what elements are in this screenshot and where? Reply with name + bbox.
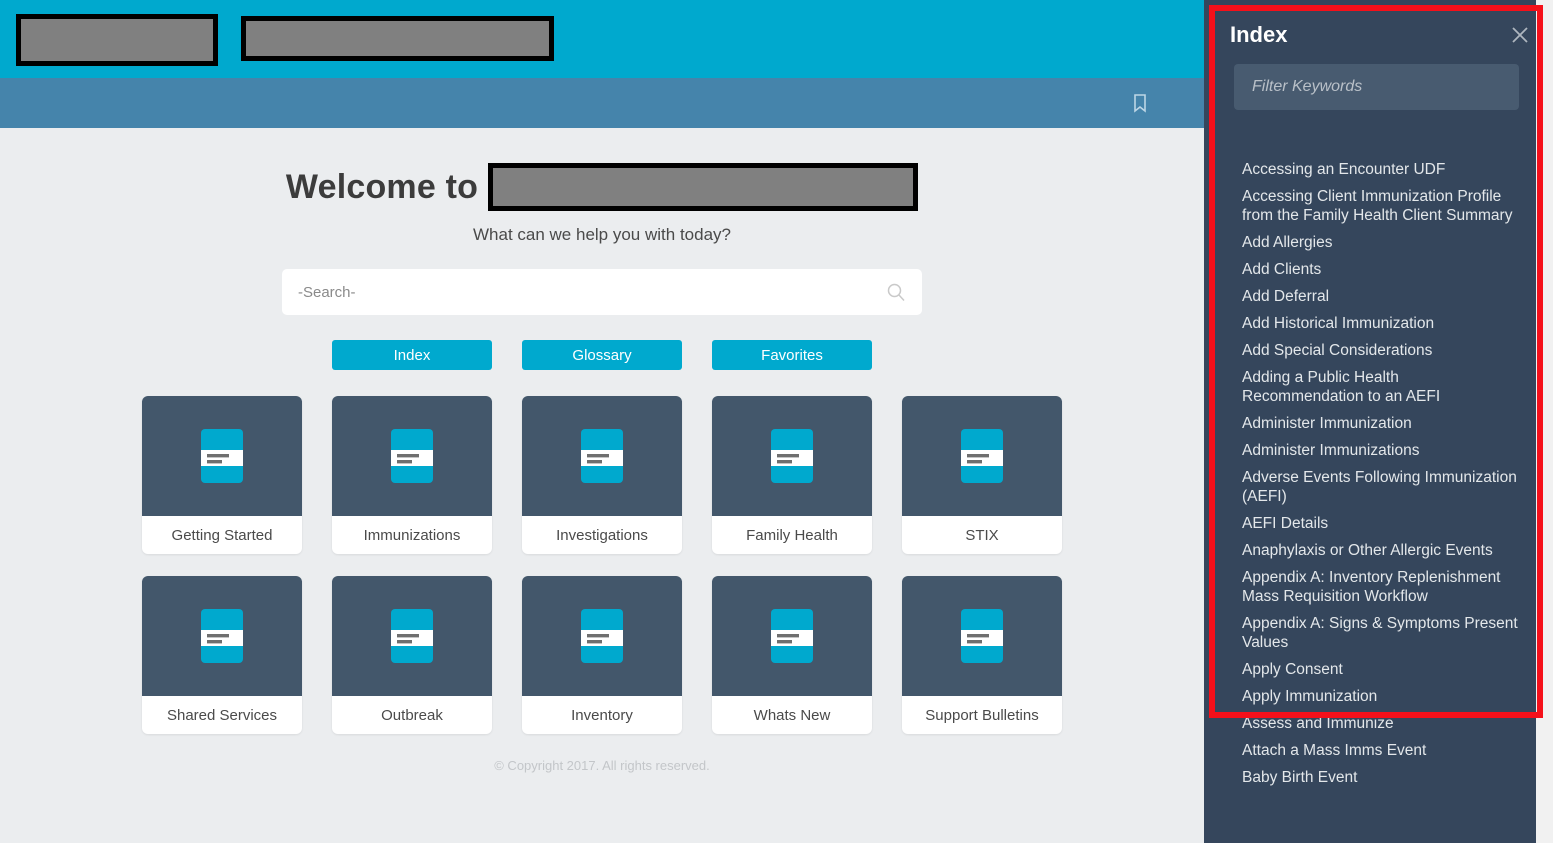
index-panel-header: Index xyxy=(1204,0,1553,48)
welcome-prefix-text: Welcome to xyxy=(285,167,479,206)
index-list-item[interactable]: Add Allergies xyxy=(1242,233,1523,252)
tile-icon-area xyxy=(332,396,492,516)
tile-icon-area xyxy=(522,396,682,516)
tile-icon-area xyxy=(712,396,872,516)
page-content: Welcome to What can we help you with tod… xyxy=(0,128,1204,843)
index-list-item[interactable]: Appendix A: Inventory Replenishment Mass… xyxy=(1242,568,1523,606)
index-list-item[interactable]: Anaphylaxis or Other Allergic Events xyxy=(1242,541,1523,560)
filter-keywords-input[interactable] xyxy=(1234,64,1519,110)
document-icon xyxy=(771,429,813,483)
index-list-item[interactable]: Administer Immunizations xyxy=(1242,441,1523,460)
index-panel-title: Index xyxy=(1230,22,1288,47)
document-icon xyxy=(391,609,433,663)
bookmark-icon[interactable] xyxy=(1132,93,1148,113)
index-list-item[interactable]: Baby Birth Event xyxy=(1242,768,1523,787)
search-bar[interactable] xyxy=(282,269,922,315)
tile-icon-area xyxy=(142,396,302,516)
tile-icon-area xyxy=(332,576,492,696)
tile-label: Investigations xyxy=(556,526,648,544)
copyright-text: © Copyright 2017. All rights reserved. xyxy=(494,758,710,773)
tile-inventory[interactable]: Inventory xyxy=(522,576,682,734)
document-icon xyxy=(201,609,243,663)
tile-getting-started[interactable]: Getting Started xyxy=(142,396,302,554)
tile-icon-area xyxy=(902,396,1062,516)
tile-outbreak[interactable]: Outbreak xyxy=(332,576,492,734)
index-list-item[interactable]: Accessing an Encounter UDF xyxy=(1242,160,1523,179)
tile-row: Shared Services Outbreak Inventory Whats… xyxy=(142,576,1062,734)
redacted-logo-block xyxy=(16,14,218,66)
tile-label: Inventory xyxy=(571,706,633,724)
document-icon xyxy=(961,429,1003,483)
index-list-item[interactable]: Adding a Public Health Recommendation to… xyxy=(1242,368,1523,406)
tile-label: Family Health xyxy=(746,526,838,544)
favorites-button[interactable]: Favorites xyxy=(712,340,872,370)
index-list-item[interactable]: Add Special Considerations xyxy=(1242,341,1523,360)
document-icon xyxy=(771,609,813,663)
index-panel: Index Accessing an Encounter UDFAccessin… xyxy=(1204,0,1553,843)
index-list-item[interactable]: Attach a Mass Imms Event xyxy=(1242,741,1523,760)
search-icon[interactable] xyxy=(886,282,906,302)
filter-keywords-wrap xyxy=(1204,48,1553,110)
tile-label: Outbreak xyxy=(381,706,443,724)
tile-grid: Getting Started Immunizations Investigat… xyxy=(0,396,1204,734)
tile-shared-services[interactable]: Shared Services xyxy=(142,576,302,734)
index-list-item[interactable]: Apply Immunization xyxy=(1242,687,1523,706)
index-list-item[interactable]: Administer Immunization xyxy=(1242,414,1523,433)
index-list-item[interactable]: Add Historical Immunization xyxy=(1242,314,1523,333)
document-icon xyxy=(961,609,1003,663)
redacted-brand-block xyxy=(241,16,554,61)
document-icon xyxy=(581,429,623,483)
index-list-item[interactable]: Appendix A: Signs & Symptoms Present Val… xyxy=(1242,614,1523,652)
welcome-subtitle: What can we help you with today? xyxy=(473,225,731,244)
tile-label: STIX xyxy=(965,526,999,544)
document-icon xyxy=(201,429,243,483)
index-item-list[interactable]: Accessing an Encounter UDF Accessing Clie… xyxy=(1204,150,1553,843)
tile-icon-area xyxy=(902,576,1062,696)
index-list-item[interactable]: Add Clients xyxy=(1242,260,1523,279)
glossary-button[interactable]: Glossary xyxy=(522,340,682,370)
tile-support-bulletins[interactable]: Support Bulletins xyxy=(902,576,1062,734)
search-input[interactable] xyxy=(298,283,886,301)
tile-label: Support Bulletins xyxy=(925,706,1039,724)
document-icon xyxy=(581,609,623,663)
page-root: Welcome to What can we help you with tod… xyxy=(0,0,1553,843)
tile-family-health[interactable]: Family Health xyxy=(712,396,872,554)
tile-label: Whats New xyxy=(753,706,831,724)
secondary-nav-bar xyxy=(0,78,1204,128)
redacted-app-name-block xyxy=(488,163,919,211)
close-icon[interactable] xyxy=(1509,24,1531,46)
tile-whats-new[interactable]: Whats New xyxy=(712,576,872,734)
tile-stix[interactable]: STIX xyxy=(902,396,1062,554)
index-list-item[interactable]: Assess and Immunize xyxy=(1242,714,1523,733)
tile-row: Getting Started Immunizations Investigat… xyxy=(142,396,1062,554)
tile-icon-area xyxy=(712,576,872,696)
index-button[interactable]: Index xyxy=(332,340,492,370)
tile-immunizations[interactable]: Immunizations xyxy=(332,396,492,554)
tile-label: Getting Started xyxy=(171,526,273,544)
welcome-heading-row: Welcome to xyxy=(0,128,1204,211)
index-list-item[interactable]: Apply Consent xyxy=(1242,660,1523,679)
index-list-item[interactable]: Add Deferral xyxy=(1242,287,1523,306)
index-list-item[interactable]: Adverse Events Following Immunization (A… xyxy=(1242,468,1523,506)
tile-label: Immunizations xyxy=(363,526,461,544)
index-list-item[interactable]: Accessing Client Immunization Profile fr… xyxy=(1242,187,1523,225)
top-header-bar xyxy=(0,0,1204,78)
tile-label: Shared Services xyxy=(166,706,278,724)
document-icon xyxy=(391,429,433,483)
tile-icon-area xyxy=(522,576,682,696)
tile-icon-area xyxy=(142,576,302,696)
main-content-region: Welcome to What can we help you with tod… xyxy=(0,0,1204,843)
page-scrollbar-track[interactable] xyxy=(1536,0,1553,843)
quick-link-button-row: Index Glossary Favorites xyxy=(0,340,1204,370)
index-list-item[interactable]: AEFI Details xyxy=(1242,514,1523,533)
tile-investigations[interactable]: Investigations xyxy=(522,396,682,554)
